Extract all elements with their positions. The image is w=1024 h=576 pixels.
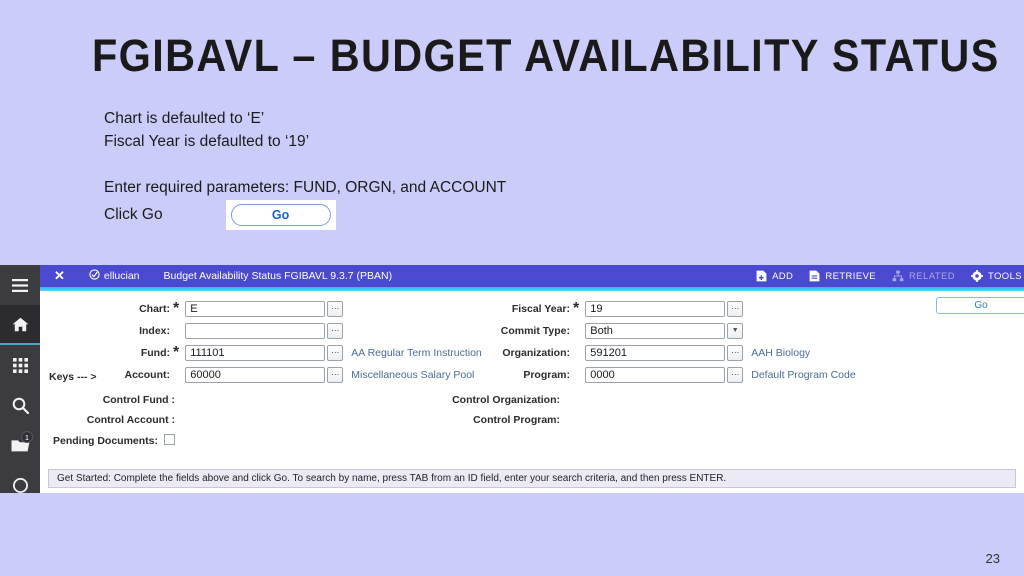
related-button[interactable]: RELATED <box>892 270 955 282</box>
menu-icon <box>12 278 28 292</box>
organization-lookup-button[interactable]: ⋯ <box>727 344 744 361</box>
commit-type-select[interactable]: Both <box>585 322 726 339</box>
app-form-panel: Go Chart: * E ⋯ Index: * ⋯ Fund: * 11110… <box>40 291 1024 493</box>
field-row-organization: Organization: * 591201 ⋯ AAH Biology <box>470 343 856 362</box>
account-description: Miscellaneous Salary Pool <box>351 368 475 381</box>
slide-line-fiscal-default: Fiscal Year is defaulted to ‘19’ <box>104 133 310 150</box>
fund-required-marker: * <box>173 343 180 361</box>
page-title: FGIBAVL – BUDGET AVAILABILITY STATUS <box>92 30 1000 81</box>
control-program-label: Control Program: <box>473 414 560 426</box>
organization-input[interactable]: 591201 <box>585 344 726 361</box>
index-label: Index: <box>139 324 170 337</box>
organization-description: AAH Biology <box>751 346 811 359</box>
pending-documents-row: Pending Documents: <box>40 434 175 447</box>
fund-input[interactable]: 111101 <box>185 344 326 361</box>
field-row-commit-type: Commit Type: * Both ▼ <box>470 321 856 340</box>
program-label: Program: <box>523 368 570 381</box>
form-column-left: Chart: * E ⋯ Index: * ⋯ Fund: * 111101 ⋯… <box>40 299 482 387</box>
app-go-button[interactable]: Go <box>936 297 1024 314</box>
sidebar-item-folder[interactable]: 1 <box>0 425 40 465</box>
control-organization-label: Control Organization: <box>452 394 560 406</box>
folder-badge-count: 1 <box>21 431 33 443</box>
chart-required-marker: * <box>173 299 180 317</box>
related-icon <box>892 270 904 282</box>
search-icon <box>12 397 29 414</box>
program-lookup-button[interactable]: ⋯ <box>727 366 744 383</box>
account-input[interactable]: 60000 <box>185 366 326 383</box>
app-sidebar: 1 <box>0 265 40 493</box>
click-go-label: Click Go <box>104 206 163 223</box>
ellucian-mark-icon <box>89 269 100 283</box>
field-row-account: Account: * 60000 ⋯ Miscellaneous Salary … <box>40 365 482 384</box>
add-button[interactable]: ADD <box>756 270 793 282</box>
program-description: Default Program Code <box>751 368 856 381</box>
form-column-right: Fiscal Year: * 19 ⋯ Commit Type: * Both … <box>470 299 856 387</box>
fund-description: AA Regular Term Instruction <box>351 346 482 359</box>
help-icon <box>12 477 28 493</box>
fiscal-year-input[interactable]: 19 <box>585 300 726 317</box>
control-fund-label: Control Fund : <box>102 394 175 406</box>
field-row-fiscal-year: Fiscal Year: * 19 ⋯ <box>470 299 856 318</box>
sidebar-item-search[interactable] <box>0 385 40 425</box>
tools-button[interactable]: TOOLS <box>970 270 1022 282</box>
slide-go-button-callout: Go <box>225 200 336 230</box>
commit-type-label: Commit Type: <box>500 324 570 337</box>
index-input[interactable] <box>185 322 326 339</box>
close-icon[interactable]: ✕ <box>54 268 65 284</box>
retrieve-document-icon <box>809 270 820 282</box>
application-screenshot: 1 ✕ ellucian Budget Availability Status … <box>0 265 1024 493</box>
index-lookup-button[interactable]: ⋯ <box>327 322 344 339</box>
slide-line-chart-default: Chart is defaulted to ‘E’ <box>104 110 265 127</box>
organization-label: Organization: <box>502 346 570 359</box>
field-row-chart: Chart: * E ⋯ <box>40 299 482 318</box>
field-row-program: Program: * 0000 ⋯ Default Program Code <box>470 365 856 384</box>
chart-label: Chart: <box>139 302 170 315</box>
program-input[interactable]: 0000 <box>585 366 726 383</box>
click-go-row: Click Go Go <box>104 200 336 230</box>
field-row-index: Index: * ⋯ <box>40 321 482 340</box>
slide-go-button[interactable]: Go <box>230 204 331 226</box>
related-button-label: RELATED <box>909 270 955 282</box>
sidebar-item-apps[interactable] <box>0 345 40 385</box>
fiscal-year-required-marker: * <box>573 299 580 317</box>
fiscal-year-lookup-button[interactable]: ⋯ <box>727 300 744 317</box>
apps-grid-icon <box>12 357 28 373</box>
field-row-fund: Fund: * 111101 ⋯ AA Regular Term Instruc… <box>40 343 482 362</box>
sidebar-item-help[interactable] <box>0 465 40 505</box>
home-icon <box>12 317 29 332</box>
control-account-label: Control Account : <box>86 414 175 426</box>
sidebar-item-home[interactable] <box>0 305 40 345</box>
add-button-label: ADD <box>772 270 794 282</box>
sidebar-item-menu[interactable] <box>0 265 40 305</box>
gear-icon <box>970 270 983 282</box>
app-header-actions: ADD RETRIEVE RELATED TOOLS <box>756 270 1024 282</box>
add-document-icon <box>756 270 767 282</box>
pending-documents-label: Pending Documents: <box>52 435 158 447</box>
retrieve-button-label: RETRIEVE <box>825 270 877 282</box>
ellucian-logo: ellucian <box>89 269 140 283</box>
pending-documents-checkbox[interactable] <box>164 434 175 445</box>
app-window-title: Budget Availability Status FGIBAVL 9.3.7… <box>163 270 393 282</box>
retrieve-button[interactable]: RETRIEVE <box>809 270 876 282</box>
app-header-bar: ✕ ellucian Budget Availability Status FG… <box>40 265 1024 291</box>
ellucian-brand-label: ellucian <box>103 270 140 282</box>
fund-label: Fund: <box>140 346 170 359</box>
keys-label: Keys --- > <box>49 371 97 383</box>
chart-input[interactable]: E <box>185 300 326 317</box>
fiscal-year-label: Fiscal Year: <box>511 302 570 315</box>
tools-button-label: TOOLS <box>987 270 1022 282</box>
slide-body-text: Chart is defaulted to ‘E’ Fiscal Year is… <box>104 107 506 199</box>
fund-lookup-button[interactable]: ⋯ <box>327 344 344 361</box>
status-bar: Get Started: Complete the fields above a… <box>48 469 1016 488</box>
chevron-down-icon[interactable]: ▼ <box>727 322 744 339</box>
slide-page-number: 23 <box>985 551 1000 566</box>
slide-line-instruction: Enter required parameters: FUND, ORGN, a… <box>104 179 507 196</box>
chart-lookup-button[interactable]: ⋯ <box>327 300 344 317</box>
account-lookup-button[interactable]: ⋯ <box>327 366 344 383</box>
